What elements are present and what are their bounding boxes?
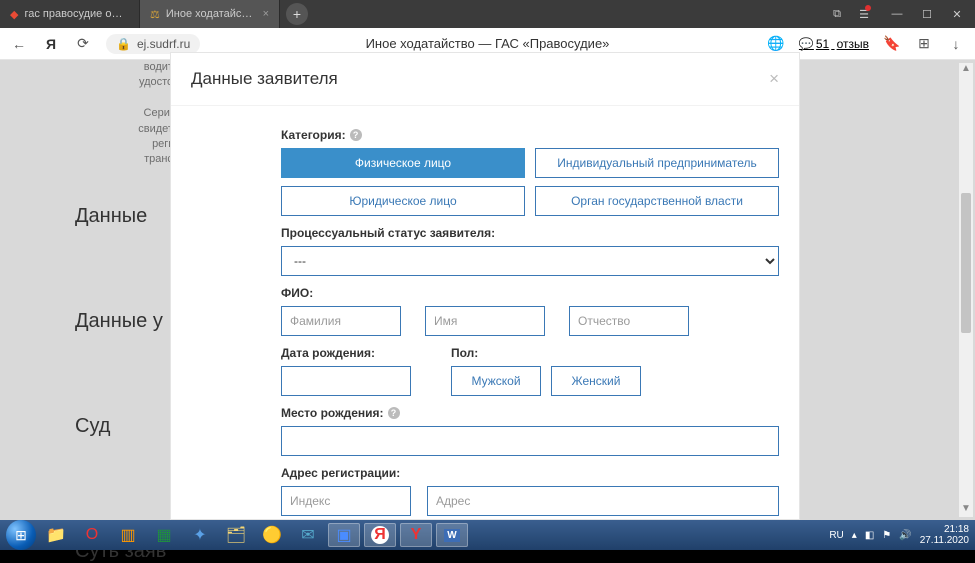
browser-tab-1[interactable]: ◆ гас правосудие официал: [0, 0, 140, 28]
url-box[interactable]: 🔒 ej.sudrf.ru: [106, 34, 200, 54]
tray-volume-icon[interactable]: 🔊: [899, 530, 911, 541]
minimize-icon[interactable]: —: [889, 6, 905, 22]
taskbar-excel[interactable]: ▦: [148, 523, 180, 547]
modal-title: Данные заявителя: [191, 69, 338, 89]
taskbar-word[interactable]: W: [436, 523, 468, 547]
reload-icon[interactable]: ⟳: [74, 35, 92, 52]
taskbar-opera[interactable]: O: [76, 523, 108, 547]
category-gov[interactable]: Орган государственной власти: [535, 186, 779, 216]
birthplace-input[interactable]: [281, 426, 779, 456]
close-icon[interactable]: ×: [263, 8, 269, 20]
sex-male[interactable]: Мужской: [451, 366, 541, 396]
tab-favicon: ◆: [10, 8, 18, 21]
bookmark-icon[interactable]: 🔖: [883, 35, 901, 52]
tab-label: Иное ходатайство — Г…: [166, 8, 257, 20]
taskbar-yandex-browser[interactable]: Y: [400, 523, 432, 547]
lock-icon: 🔒: [116, 37, 131, 51]
modal-close-icon[interactable]: ×: [769, 69, 779, 89]
taskbar-yandex-search[interactable]: Я: [364, 523, 396, 547]
reviews-link[interactable]: 💬51 отзыв: [799, 37, 869, 51]
reg-addr-label: Адрес регистрации:: [281, 466, 779, 480]
middlename-input[interactable]: [569, 306, 689, 336]
tray-lang[interactable]: RU: [829, 530, 843, 541]
status-select[interactable]: ---: [281, 246, 779, 276]
yandex-icon[interactable]: Я: [42, 36, 60, 52]
browser-titlebar: ◆ гас правосудие официал ⚖ Иное ходатайс…: [0, 0, 975, 28]
lastname-input[interactable]: [281, 306, 401, 336]
applicant-modal: Данные заявителя × Категория:? Физическо…: [170, 52, 800, 520]
reg-addr-input[interactable]: [427, 486, 779, 516]
back-icon[interactable]: ←: [10, 36, 28, 52]
tray-chevron-icon[interactable]: ▴: [852, 530, 857, 541]
taskbar: ⊞ 📁 O ▥ ▦ ✦ 🗂 🟡 ✉ ▣ Я Y W RU ▴ ◧ ⚑ 🔊 21:…: [0, 520, 975, 550]
tab-favicon: ⚖: [150, 8, 160, 21]
extensions-icon[interactable]: ⊞: [915, 35, 933, 52]
maximize-icon[interactable]: ☐: [919, 6, 935, 22]
taskbar-zoom[interactable]: ▣: [328, 523, 360, 547]
reg-index-input[interactable]: [281, 486, 411, 516]
menu-icon[interactable]: ☰: [859, 6, 875, 22]
tray-safe-icon[interactable]: ◧: [865, 530, 874, 541]
copy-icon[interactable]: ⧉: [829, 6, 845, 22]
start-button[interactable]: ⊞: [6, 520, 36, 550]
help-icon[interactable]: ?: [388, 407, 400, 419]
url-text: ej.sudrf.ru: [137, 37, 190, 51]
tray-flag-icon[interactable]: ⚑: [882, 530, 891, 541]
taskbar-folder2[interactable]: 🗂: [220, 523, 252, 547]
taskbar-player[interactable]: ▥: [112, 523, 144, 547]
firstname-input[interactable]: [425, 306, 545, 336]
comment-icon: 💬: [799, 37, 814, 51]
category-physical[interactable]: Физическое лицо: [281, 148, 525, 178]
scroll-down-icon[interactable]: ▼: [959, 503, 973, 517]
sex-label: Пол:: [451, 346, 641, 360]
browser-tab-2[interactable]: ⚖ Иное ходатайство — Г… ×: [140, 0, 280, 28]
downloads-icon[interactable]: ↓: [947, 36, 965, 52]
window-close-icon[interactable]: ✕: [949, 6, 965, 22]
scroll-up-icon[interactable]: ▲: [959, 63, 973, 77]
translate-icon[interactable]: 🌐: [767, 35, 785, 52]
dob-label: Дата рождения:: [281, 346, 411, 360]
tray-clock[interactable]: 21:18 27.11.2020: [920, 524, 969, 546]
scroll-thumb[interactable]: [961, 193, 971, 333]
taskbar-chrome[interactable]: 🟡: [256, 523, 288, 547]
sex-female[interactable]: Женский: [551, 366, 641, 396]
new-tab-button[interactable]: +: [286, 3, 308, 25]
category-legal[interactable]: Юридическое лицо: [281, 186, 525, 216]
tab-label: гас правосудие официал: [24, 8, 129, 20]
taskbar-explorer[interactable]: 📁: [40, 523, 72, 547]
taskbar-compass[interactable]: ✦: [184, 523, 216, 547]
category-ip[interactable]: Индивидуальный предприниматель: [535, 148, 779, 178]
birthplace-label: Место рождения:: [281, 406, 384, 420]
taskbar-mail[interactable]: ✉: [292, 523, 324, 547]
fio-label: ФИО:: [281, 286, 779, 300]
page-scrollbar[interactable]: ▲ ▼: [959, 63, 973, 517]
category-label: Категория:: [281, 128, 346, 142]
status-label: Процессуальный статус заявителя:: [281, 226, 779, 240]
help-icon[interactable]: ?: [350, 129, 362, 141]
dob-input[interactable]: [281, 366, 411, 396]
